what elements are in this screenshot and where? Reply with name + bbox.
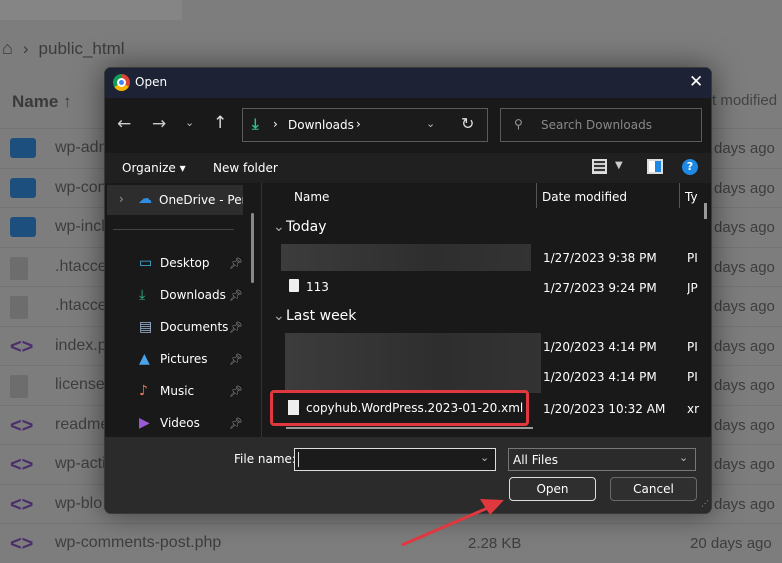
arrow-head [480,499,504,515]
arrow-shaft [401,505,491,547]
annotation-arrow [401,499,504,547]
